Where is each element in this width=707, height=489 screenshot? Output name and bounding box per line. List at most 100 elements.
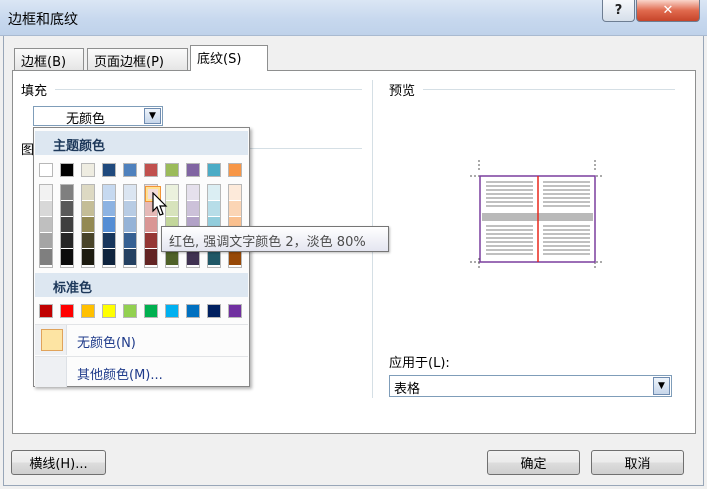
theme-shade-swatch[interactable] [145,249,157,265]
ok-button[interactable]: 确定 [487,450,580,475]
theme-shade-swatch[interactable] [103,201,115,217]
close-button[interactable]: ✕ [636,0,700,22]
preview-divider [423,89,675,90]
window-title: 边框和底纹 [8,12,78,28]
preview-label: 预览 [389,84,416,99]
standard-color-swatch[interactable] [39,304,53,318]
more-colors-label: 其他颜色(M)... [77,368,163,383]
theme-shade-swatch[interactable] [103,185,115,201]
theme-shade-column [81,184,95,268]
tab-label: 边框(B) [21,55,67,70]
theme-color-swatch[interactable] [144,163,158,177]
theme-shade-swatch[interactable] [61,233,73,249]
apply-to-value: 表格 [394,382,421,397]
theme-color-swatch[interactable] [102,163,116,177]
standard-color-swatch[interactable] [60,304,74,318]
standard-color-swatch[interactable] [207,304,221,318]
fill-color-value: 无颜色 [66,112,106,127]
standard-color-swatch[interactable] [81,304,95,318]
theme-shade-swatch[interactable] [103,233,115,249]
theme-shade-swatch[interactable] [229,185,241,201]
help-button[interactable]: ? [602,0,635,22]
standard-color-swatch[interactable] [144,304,158,318]
theme-shade-column [60,184,74,268]
theme-shade-swatch[interactable] [124,249,136,265]
theme-shade-swatch[interactable] [40,249,52,265]
tab-borders[interactable]: 边框(B) [14,48,84,70]
cancel-button[interactable]: 取消 [591,450,684,475]
theme-shade-swatch[interactable] [208,185,220,201]
fill-label: 填充 [21,84,48,99]
theme-shade-swatch[interactable] [82,233,94,249]
theme-shade-swatch[interactable] [145,217,157,233]
theme-shade-swatch[interactable] [124,233,136,249]
theme-color-swatch[interactable] [60,163,74,177]
title-bar: 边框和底纹 ? ✕ [0,0,707,36]
theme-color-swatch[interactable] [81,163,95,177]
horizontal-line-button[interactable]: 横线(H)... [11,450,106,475]
theme-shade-swatch[interactable] [82,201,94,217]
standard-color-swatch[interactable] [102,304,116,318]
standard-colors-header: 标准色 [35,273,248,297]
color-palette: 主题颜色 标准色 无颜色(N) 其他颜色(M)... [33,127,250,387]
theme-shade-column [123,184,137,268]
theme-shade-swatch[interactable] [145,233,157,249]
theme-shade-swatch[interactable] [187,201,199,217]
theme-color-swatch[interactable] [228,163,242,177]
tab-page-border[interactable]: 页面边框(P) [87,48,188,70]
theme-color-swatch[interactable] [207,163,221,177]
theme-shade-swatch[interactable] [124,217,136,233]
theme-shade-swatch[interactable] [82,249,94,265]
theme-shade-swatch[interactable] [229,201,241,217]
theme-shade-swatch[interactable] [61,185,73,201]
apply-to-dropdown[interactable]: 表格 ▼ [389,375,672,397]
theme-shade-swatch[interactable] [124,201,136,217]
theme-shade-swatch[interactable] [40,233,52,249]
theme-color-swatch[interactable] [39,163,53,177]
theme-shade-swatch[interactable] [82,185,94,201]
standard-color-swatch[interactable] [165,304,179,318]
theme-shade-swatch[interactable] [208,201,220,217]
more-colors-option[interactable]: 其他颜色(M)... [35,356,248,387]
pattern-divider [250,148,362,149]
theme-shade-swatch[interactable] [61,201,73,217]
standard-color-swatch[interactable] [123,304,137,318]
no-color-icon [41,329,63,351]
theme-shade-swatch[interactable] [124,185,136,201]
theme-shade-swatch[interactable] [103,217,115,233]
theme-shade-swatch[interactable] [187,185,199,201]
menu-gutter [35,357,67,387]
ok-label: 确定 [520,457,547,472]
fill-divider [55,89,362,90]
standard-color-swatch[interactable] [228,304,242,318]
theme-shade-swatch[interactable] [40,217,52,233]
swatch-tooltip: 红色, 强调文字颜色 2，淡色 80% [161,226,389,252]
chevron-down-icon[interactable]: ▼ [144,108,161,124]
preview-diagram [470,160,604,270]
theme-color-swatch[interactable] [165,163,179,177]
standard-color-swatch[interactable] [186,304,200,318]
tab-shading[interactable]: 底纹(S) [190,45,268,71]
cancel-label: 取消 [624,457,651,472]
theme-shade-swatch[interactable] [61,217,73,233]
fill-color-dropdown[interactable]: 无颜色 ▼ [33,106,163,127]
theme-shade-swatch[interactable] [82,217,94,233]
theme-shade-swatch[interactable] [103,249,115,265]
chevron-down-icon[interactable]: ▼ [653,377,670,395]
theme-shade-swatch[interactable] [61,249,73,265]
no-color-option[interactable]: 无颜色(N) [35,324,248,355]
no-color-label: 无颜色(N) [77,336,136,351]
theme-shade-column [102,184,116,268]
help-icon: ? [614,3,623,18]
tooltip-text: 红色, 强调文字颜色 2，淡色 80% [169,235,366,250]
theme-color-swatch[interactable] [186,163,200,177]
theme-color-swatch[interactable] [123,163,137,177]
mouse-cursor-icon [152,192,168,216]
close-icon: ✕ [662,3,674,18]
apply-to-label: 应用于(L): [389,356,450,371]
theme-shade-swatch[interactable] [40,201,52,217]
theme-shade-swatch[interactable] [40,185,52,201]
horizontal-line-label: 横线(H)... [29,457,88,472]
theme-colors-header: 主题颜色 [35,131,248,155]
tab-label: 底纹(S) [197,52,242,67]
